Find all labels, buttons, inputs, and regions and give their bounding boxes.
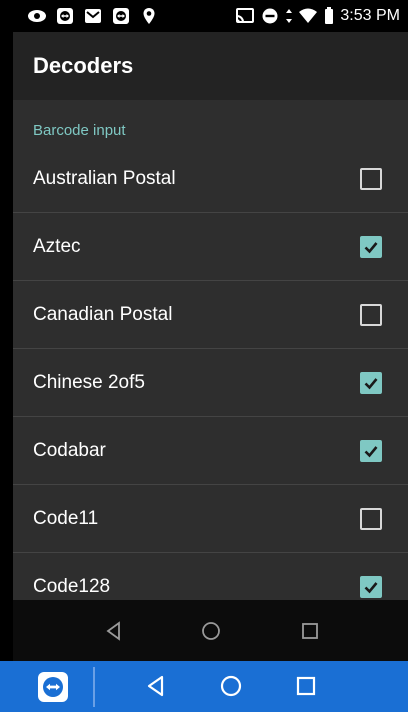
clock: 3:53 PM [340,7,400,24]
list-item-chinese-2of5[interactable]: Chinese 2of5 [13,349,408,417]
teamviewer-control-bar [0,661,408,712]
section-header: Barcode input [33,122,126,139]
list-item-code11[interactable]: Code11 [13,485,408,553]
divider [93,667,95,707]
back-triangle-icon[interactable] [103,620,125,642]
list-item-canadian-postal[interactable]: Canadian Postal [13,281,408,349]
list-item-label: Aztec [33,235,81,257]
location-pin-icon [139,7,159,25]
list-item-label: Canadian Postal [33,303,173,325]
android-nav-bar [13,600,408,661]
teamviewer-notification-icon-2 [111,7,131,25]
app-bar: Decoders [13,32,408,100]
unchecked-checkbox-icon[interactable] [360,303,382,326]
gmail-icon [83,7,103,25]
list-item-label: Chinese 2of5 [33,371,145,393]
teamviewer-logo-icon[interactable] [38,672,68,702]
teamviewer-notification-icon [55,7,75,25]
list-item-label: Australian Postal [33,167,176,189]
notification-icons [27,7,159,25]
remote-home-icon[interactable] [219,674,243,698]
do-not-disturb-icon [260,7,280,25]
remote-recents-icon[interactable] [294,674,318,698]
recents-square-icon[interactable] [299,620,321,642]
unchecked-checkbox-icon[interactable] [360,167,382,190]
battery-icon [323,7,335,25]
cast-icon [235,7,255,25]
list-item-australian-postal[interactable]: Australian Postal [13,145,408,213]
system-status-icons: 3:53 PM [235,7,400,25]
unchecked-checkbox-icon[interactable] [360,507,382,530]
remote-back-icon[interactable] [144,674,168,698]
list-item-label: Code11 [33,507,99,529]
eye-icon [27,7,47,25]
list-item-aztec[interactable]: Aztec [13,213,408,281]
home-circle-icon[interactable] [200,620,222,642]
decoder-list-container[interactable]: Barcode input Australian Postal Aztec Ca… [13,100,408,600]
checked-checkbox-icon[interactable] [360,235,382,258]
status-bar: 3:53 PM [13,0,408,32]
data-transfer-icon [285,7,293,25]
decoder-list: Australian Postal Aztec Canadian Postal … [13,145,408,600]
wifi-icon [298,7,318,25]
list-item-label: Code128 [33,575,111,597]
checked-checkbox-icon[interactable] [360,439,382,462]
device-screen: 3:53 PM Decoders Barcode input Australia… [13,0,408,712]
list-item-code128[interactable]: Code128 [13,553,408,600]
list-item-codabar[interactable]: Codabar [13,417,408,485]
checked-checkbox-icon[interactable] [360,371,382,394]
checked-checkbox-icon[interactable] [360,575,382,598]
list-item-label: Codabar [33,439,106,461]
page-title: Decoders [33,53,134,78]
